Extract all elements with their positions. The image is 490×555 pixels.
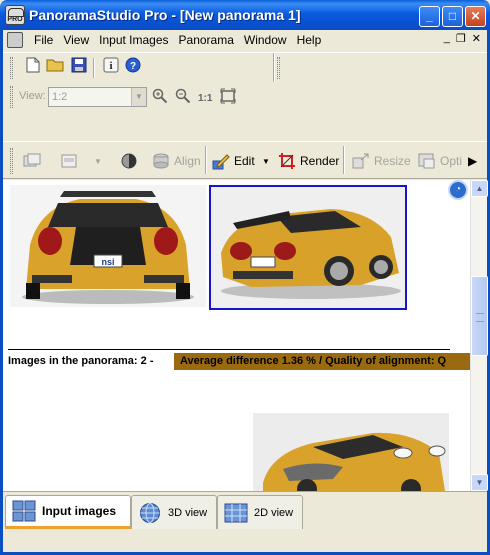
svg-text:i: i xyxy=(109,60,112,72)
images-count-label: Images in the panorama: 2 - xyxy=(8,355,154,367)
tab-3d-view-label: 3D view xyxy=(168,506,208,519)
mdi-controls: _ ❐ ✕ xyxy=(444,32,481,45)
section-divider xyxy=(8,349,450,350)
optimize-icon xyxy=(418,153,435,169)
zoom-select[interactable]: 1:2 ▼ xyxy=(48,87,147,107)
scroll-down-arrow-icon[interactable]: ▼ xyxy=(471,474,488,491)
tab-3d-view[interactable]: 3D view xyxy=(131,495,217,529)
toolbar-separator xyxy=(343,146,345,174)
edit-label: Edit xyxy=(234,154,255,168)
mdi-close-button[interactable]: ✕ xyxy=(472,32,481,45)
vertical-scrollbar[interactable]: ▲ ▼ xyxy=(470,180,488,491)
menu-bar: File View Input Images Panorama Window H… xyxy=(3,30,487,49)
toolbar-grip[interactable] xyxy=(10,86,13,108)
menu-window[interactable]: Window xyxy=(239,33,292,47)
document-icon[interactable] xyxy=(7,31,23,48)
menu-file[interactable]: File xyxy=(29,33,58,47)
mdi-restore-button[interactable]: ❐ xyxy=(456,32,466,45)
toolbar-separator xyxy=(93,58,95,78)
toolbar-separator xyxy=(205,146,207,174)
scrollbar-thumb[interactable] xyxy=(471,276,488,356)
car-rear-photo: nsi xyxy=(10,185,206,307)
add-images-button[interactable] xyxy=(23,150,41,172)
save-disk-icon[interactable] xyxy=(69,57,89,77)
edit-button[interactable]: Edit xyxy=(212,150,255,172)
remove-images-button[interactable] xyxy=(60,150,78,172)
maximize-button[interactable]: □ xyxy=(442,6,463,27)
window-title: PanoramaStudio Pro - [New panorama 1] xyxy=(29,7,301,23)
edit-pencil-icon xyxy=(212,154,230,170)
align-label: Align xyxy=(174,154,201,168)
input-image-thumbnail[interactable]: nsi xyxy=(10,185,206,307)
align-icon xyxy=(153,153,169,169)
panorama-preview-image[interactable] xyxy=(253,413,449,491)
zoom-out-icon[interactable] xyxy=(173,88,193,108)
globe-icon xyxy=(140,502,160,523)
render-button[interactable]: Render xyxy=(278,150,339,172)
remove-images-icon xyxy=(61,154,77,168)
blend-button[interactable] xyxy=(120,150,138,172)
menu-panorama[interactable]: Panorama xyxy=(174,33,239,47)
menu-view[interactable]: View xyxy=(58,33,94,47)
images-dropdown-arrow[interactable]: ▼ xyxy=(94,150,102,172)
car-front-photo xyxy=(253,413,449,491)
title-bar: PRO PanoramaStudio Pro - [New panorama 1… xyxy=(0,0,490,30)
view-tabs-bar: Input images 3D view 2D view xyxy=(3,491,487,552)
plate-text: nsi xyxy=(101,257,114,267)
toolbar-grip[interactable] xyxy=(10,148,13,174)
resize-button[interactable]: Resize xyxy=(352,150,411,172)
chevron-down-icon[interactable]: ▼ xyxy=(131,88,146,106)
menu-input-images[interactable]: Input Images xyxy=(94,33,173,47)
scroll-up-arrow-icon[interactable]: ▲ xyxy=(471,180,488,197)
svg-text:?: ? xyxy=(130,61,136,72)
toolbar-grip[interactable] xyxy=(10,57,13,79)
align-button[interactable]: Align xyxy=(152,150,201,172)
menu-help[interactable]: Help xyxy=(292,33,327,47)
new-file-icon[interactable] xyxy=(23,57,43,77)
zoom-actual-size-icon[interactable]: 1:1 xyxy=(196,88,216,108)
close-button[interactable]: ✕ xyxy=(465,6,486,27)
tab-input-images-label: Input images xyxy=(42,504,117,518)
input-image-thumbnail-selected[interactable] xyxy=(209,185,407,310)
minimize-button[interactable]: _ xyxy=(419,6,440,27)
zoom-in-icon[interactable] xyxy=(150,88,170,108)
info-icon[interactable]: i xyxy=(101,57,121,77)
resize-label: Resize xyxy=(374,154,411,168)
resize-icon xyxy=(352,153,369,169)
blend-icon xyxy=(121,153,137,169)
toolbar-grip[interactable] xyxy=(277,57,280,79)
app-icon[interactable]: PRO xyxy=(5,5,25,25)
view-zoom-label: View: xyxy=(19,90,46,102)
toolbar-overflow-chevron-icon[interactable]: ▶ xyxy=(468,150,477,172)
render-label: Render xyxy=(300,154,340,168)
open-folder-icon[interactable] xyxy=(45,57,65,77)
zoom-fit-icon[interactable] xyxy=(218,88,238,108)
optimize-label: Opti xyxy=(440,154,463,168)
car-three-quarter-photo xyxy=(211,187,405,308)
tab-input-images[interactable]: Input images xyxy=(5,495,131,529)
alignment-quality-badge: Average difference 1.36 % / Quality of a… xyxy=(174,353,470,370)
toolbar-separator xyxy=(273,53,275,83)
standard-toolbar: i ? xyxy=(3,52,487,83)
add-images-icon xyxy=(23,153,41,167)
crop-render-icon xyxy=(279,153,295,169)
svg-text:1:1: 1:1 xyxy=(198,93,213,104)
tab-2d-view[interactable]: 2D view xyxy=(217,495,303,529)
help-overlay-icon[interactable]: ◔ xyxy=(448,180,468,200)
flat-grid-icon xyxy=(224,503,248,522)
mdi-minimize-button[interactable]: _ xyxy=(444,32,450,45)
edit-dropdown-arrow[interactable]: ▼ xyxy=(262,150,270,172)
zoom-select-value: 1:2 xyxy=(52,91,68,103)
help-icon[interactable]: ? xyxy=(123,57,143,77)
input-images-grid-icon xyxy=(12,500,36,522)
input-images-panel: ◔ nsi Images in the panorama: 2 - Averag… xyxy=(3,180,470,491)
tab-2d-view-label: 2D view xyxy=(254,506,294,519)
optimize-button[interactable]: Opti xyxy=(418,150,462,172)
